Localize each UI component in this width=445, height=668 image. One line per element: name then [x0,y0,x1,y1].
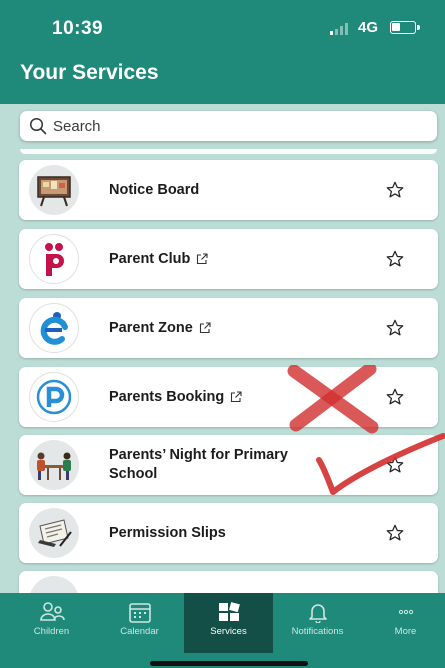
service-item-parents-night[interactable]: Parents’ Night for Primary School [19,435,438,495]
service-item-parent-club[interactable]: Parent Club [19,229,438,289]
service-label: Parents’ Night for Primary School [109,447,288,482]
tab-notifications[interactable]: Notifications [273,593,362,653]
app-header: 10:39 4G Your Services [0,0,445,104]
tab-calendar[interactable]: Calendar [95,593,184,653]
parents-night-icon [29,440,79,490]
external-link-icon [231,391,242,403]
permission-slips-icon [29,508,79,558]
service-label: Notice Board [109,182,200,198]
search-icon [29,117,47,135]
tab-label: More [394,626,417,637]
phone-screen: 10:39 4G Your Services Search Notice Boa… [0,0,445,668]
parent-club-logo-icon [29,234,79,284]
star-icon[interactable] [386,388,404,406]
home-indicator [150,661,308,666]
more-dots-icon [398,609,413,615]
search-placeholder: Search [53,117,101,135]
tab-label: Services [210,626,247,637]
tab-children[interactable]: Children [7,593,96,653]
service-item-notice-board[interactable]: Notice Board [19,160,438,220]
notice-board-icon [29,165,79,215]
external-link-icon [199,322,211,334]
service-item-permission-slips[interactable]: Permission Slips [19,503,438,563]
service-label: Parents Booking [109,389,225,405]
battery-icon [390,21,420,34]
tab-label: Children [33,626,70,637]
external-link-icon [197,253,208,265]
tab-label: Calendar [120,626,159,637]
services-icon [218,602,240,621]
service-item-parent-zone[interactable]: Parent Zone [19,298,438,358]
service-item-parents-booking[interactable]: Parents Booking [19,367,438,427]
calendar-icon [128,603,151,623]
star-icon[interactable] [386,250,404,268]
page-title: Your Services [20,61,159,84]
parent-zone-logo-icon [29,303,79,353]
star-icon[interactable] [386,181,404,199]
bell-icon [308,604,327,623]
tab-label: Notifications [291,626,344,637]
star-icon[interactable] [386,319,404,337]
search-input[interactable]: Search [20,111,437,141]
star-icon[interactable] [386,456,404,474]
list-top-edge [20,149,437,154]
signal-icon [330,23,348,35]
tab-services[interactable]: Services [184,593,273,653]
status-time: 10:39 [52,18,104,39]
service-label: Parent Zone [109,320,193,336]
network-type: 4G [358,19,379,36]
tab-more[interactable]: More [361,593,445,653]
parents-booking-logo-icon [29,372,79,422]
service-label: Parent Club [109,251,191,267]
service-label: Permission Slips [109,525,226,541]
bottom-tab-bar: Children Calendar Services Notifications… [0,593,445,668]
children-icon [39,602,65,621]
star-icon[interactable] [386,524,404,542]
